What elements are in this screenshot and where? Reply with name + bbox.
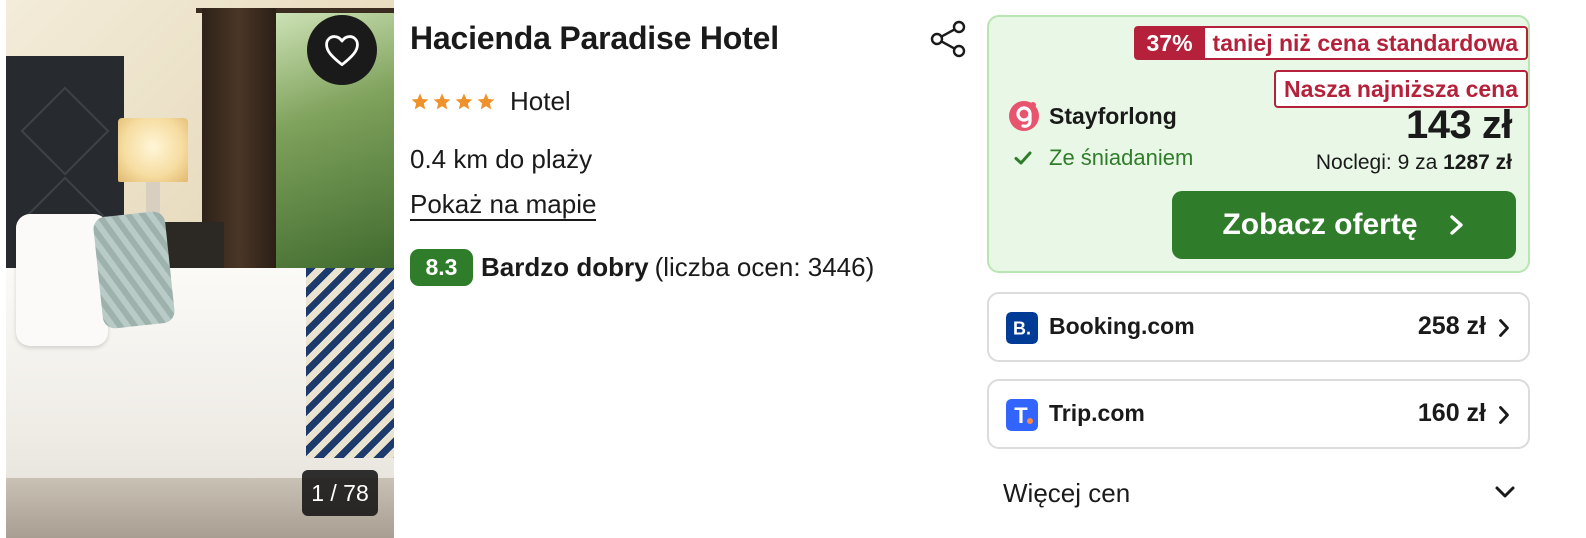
rating-score-badge: 8.3 — [410, 249, 473, 286]
offer-price: 258 zł — [1417, 312, 1486, 340]
total-price: 1287 zł — [1443, 151, 1512, 174]
check-icon — [1014, 151, 1032, 165]
offer-booking[interactable]: B. Booking.com 258 zł — [987, 292, 1530, 362]
chevron-right-icon — [1499, 319, 1509, 337]
nightly-price: 143 zł — [1406, 103, 1512, 147]
beach-distance: 0.4 km do plaży — [410, 144, 593, 174]
star-icon — [477, 93, 495, 109]
hotel-name[interactable]: Hacienda Paradise Hotel — [410, 20, 779, 57]
rating-word: Bardzo dobry — [481, 252, 649, 282]
hotel-class: Hotel — [410, 86, 571, 117]
chevron-right-icon — [1449, 215, 1463, 235]
hotel-info: Hacienda Paradise Hotel Hotel 0.4 km do … — [410, 0, 970, 538]
discount-text: taniej niż cena standardowa — [1204, 26, 1528, 60]
offer-price: 160 zł — [1417, 399, 1486, 427]
booking-logo-icon: B. — [1006, 312, 1038, 344]
stayforlong-logo-icon — [1009, 101, 1039, 131]
show-on-map-link[interactable]: Pokaż na mapie — [410, 189, 597, 221]
offer-trip[interactable]: T Trip.com 160 zł — [987, 379, 1530, 449]
hotel-type: Hotel — [510, 86, 571, 116]
guest-rating[interactable]: 8.3 Bardzo dobry (liczba ocen: 3446) — [410, 249, 874, 286]
more-prices-label: Więcej cen — [1003, 478, 1131, 508]
breakfast-included: Ze śniadaniem — [1013, 145, 1193, 171]
provider-name: Booking.com — [1049, 313, 1195, 339]
star-icon — [433, 93, 451, 109]
nights-prefix: Noclegi: 9 za — [1315, 151, 1438, 174]
rating-count: (liczba ocen: 3446) — [654, 252, 875, 282]
photo-lamp — [118, 118, 188, 182]
see-offer-button[interactable]: Zobacz ofertę — [1172, 191, 1516, 259]
svg-text:B.: B. — [1013, 319, 1031, 339]
best-offer-card[interactable]: 37% taniej niż cena standardowa Nasza na… — [987, 15, 1530, 273]
share-icon[interactable] — [929, 20, 967, 58]
trip-logo-icon: T — [1006, 399, 1038, 431]
chevron-right-icon — [1499, 406, 1509, 424]
chevron-down-icon — [1495, 486, 1515, 498]
breakfast-label: Ze śniadaniem — [1049, 145, 1194, 170]
photo-pillow-patterned — [92, 210, 176, 330]
more-prices-toggle[interactable]: Więcej cen — [987, 470, 1530, 520]
see-offer-label: Zobacz ofertę — [1222, 208, 1418, 241]
star-icon — [411, 93, 429, 109]
heart-outline-icon — [325, 35, 359, 67]
star-rating — [410, 92, 496, 112]
photo-counter: 1 / 78 — [302, 470, 378, 516]
svg-text:T: T — [1014, 403, 1028, 428]
star-icon — [455, 93, 473, 109]
stay-total: Noclegi: 9 za 1287 zł — [1316, 151, 1512, 175]
photo-bed-runner — [306, 268, 394, 458]
discount-badge: 37% taniej niż cena standardowa — [1134, 26, 1528, 60]
discount-percent: 37% — [1134, 26, 1205, 60]
provider-stayforlong: Stayforlong — [1007, 99, 1177, 133]
favorite-button[interactable] — [307, 15, 377, 85]
provider-name: Stayforlong — [1049, 102, 1177, 129]
provider-name: Trip.com — [1049, 400, 1145, 426]
